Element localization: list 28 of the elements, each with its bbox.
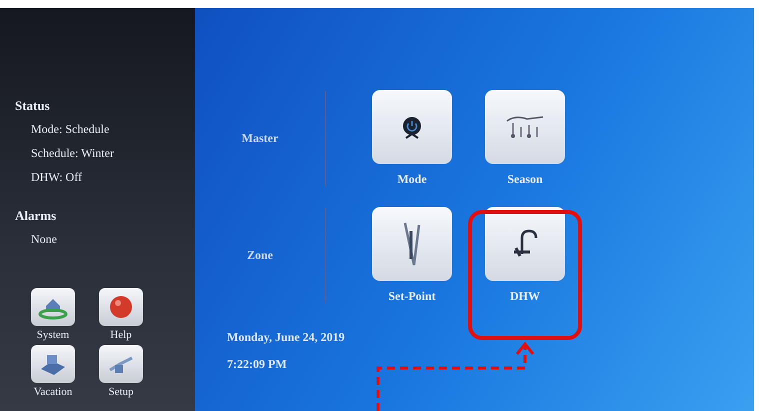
group-label: Zone: [246, 248, 274, 263]
ball-icon: [108, 294, 134, 320]
power-icon: [401, 115, 423, 139]
tile-button[interactable]: [372, 207, 452, 281]
section-heading: Status: [15, 98, 51, 114]
shortcut-label: Vacation: [34, 386, 72, 398]
tile-label: DHW: [510, 289, 540, 304]
status-text: Mode: Schedule: [31, 122, 110, 137]
shortcut-label: System: [36, 329, 70, 341]
tile-label: Mode: [397, 172, 427, 187]
shortcut-button[interactable]: [99, 288, 143, 326]
shortcut-button[interactable]: [31, 288, 75, 326]
shortcut-label: Setup: [108, 386, 134, 398]
tile-button[interactable]: [372, 90, 452, 164]
tile-button[interactable]: [485, 90, 565, 164]
time-text: 7:22:09 PM: [227, 357, 288, 372]
section-heading: Alarms: [15, 208, 58, 224]
status-text: Schedule: Winter: [31, 146, 115, 161]
status-text: DHW: Off: [31, 170, 83, 185]
tile-label: Set-Point: [388, 289, 436, 304]
alarm-text: None: [31, 232, 58, 247]
date-text: Monday, June 24, 2019: [227, 330, 346, 345]
tile-label: Season: [507, 172, 543, 187]
shortcut-button[interactable]: [99, 345, 143, 383]
tile-button[interactable]: [485, 207, 565, 281]
shortcut-button[interactable]: [31, 345, 75, 383]
group-label: Master: [240, 131, 280, 146]
shortcut-label: Help: [110, 329, 132, 341]
